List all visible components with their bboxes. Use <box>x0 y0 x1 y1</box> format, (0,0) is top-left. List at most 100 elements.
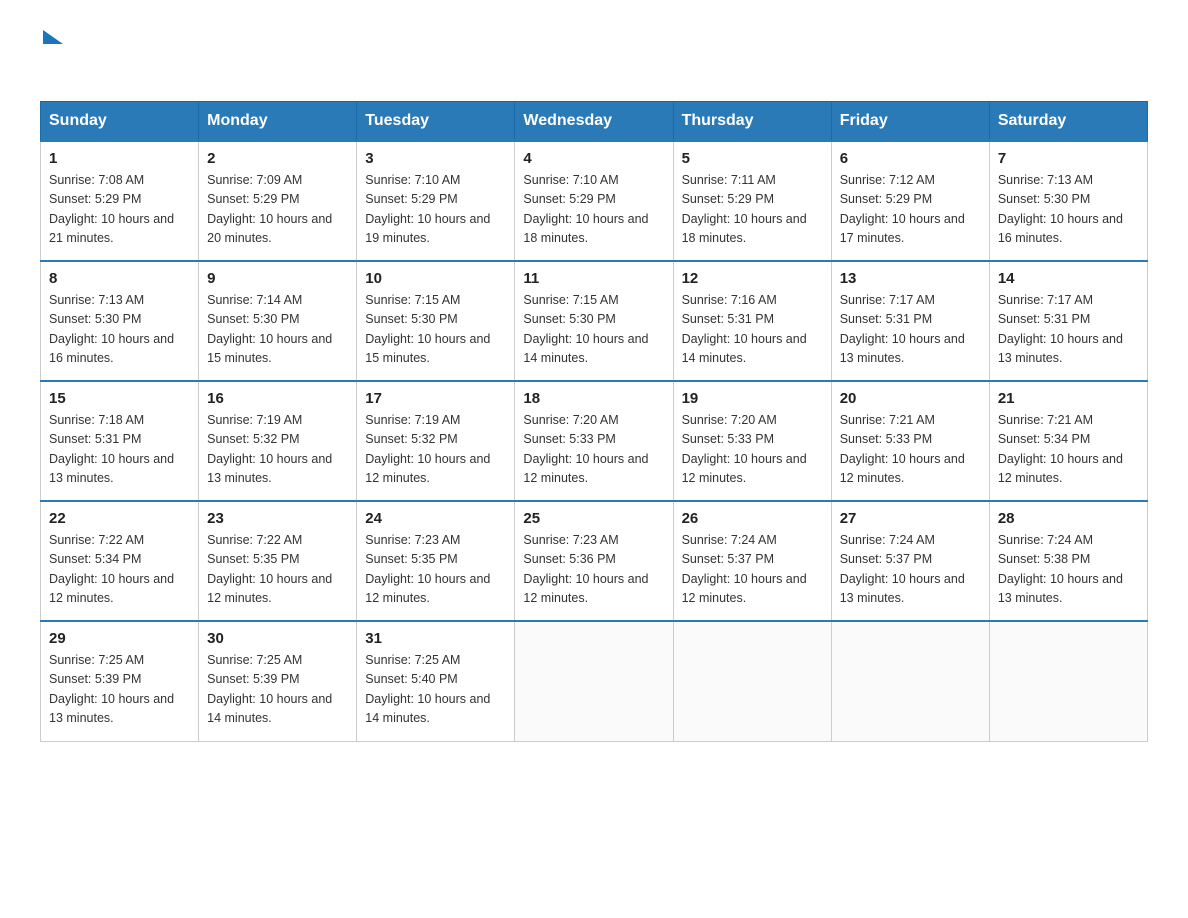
day-number: 3 <box>365 150 506 167</box>
calendar-cell: 11 Sunrise: 7:15 AM Sunset: 5:30 PM Dayl… <box>515 261 673 381</box>
week-row-1: 1 Sunrise: 7:08 AM Sunset: 5:29 PM Dayli… <box>41 141 1148 261</box>
calendar-cell: 28 Sunrise: 7:24 AM Sunset: 5:38 PM Dayl… <box>989 501 1147 621</box>
day-info: Sunrise: 7:20 AM Sunset: 5:33 PM Dayligh… <box>523 411 664 489</box>
day-number: 8 <box>49 270 190 287</box>
logo-arrow-icon <box>43 30 63 44</box>
calendar-cell: 6 Sunrise: 7:12 AM Sunset: 5:29 PM Dayli… <box>831 141 989 261</box>
day-number: 22 <box>49 510 190 527</box>
day-number: 27 <box>840 510 981 527</box>
day-number: 23 <box>207 510 348 527</box>
day-number: 7 <box>998 150 1139 167</box>
calendar-cell <box>515 621 673 741</box>
day-number: 20 <box>840 390 981 407</box>
calendar-cell: 5 Sunrise: 7:11 AM Sunset: 5:29 PM Dayli… <box>673 141 831 261</box>
day-number: 14 <box>998 270 1139 287</box>
day-info: Sunrise: 7:15 AM Sunset: 5:30 PM Dayligh… <box>523 291 664 369</box>
day-info: Sunrise: 7:21 AM Sunset: 5:34 PM Dayligh… <box>998 411 1139 489</box>
header-tuesday: Tuesday <box>357 102 515 142</box>
calendar-cell: 7 Sunrise: 7:13 AM Sunset: 5:30 PM Dayli… <box>989 141 1147 261</box>
day-number: 5 <box>682 150 823 167</box>
day-number: 30 <box>207 630 348 647</box>
day-info: Sunrise: 7:14 AM Sunset: 5:30 PM Dayligh… <box>207 291 348 369</box>
calendar-cell: 31 Sunrise: 7:25 AM Sunset: 5:40 PM Dayl… <box>357 621 515 741</box>
calendar-cell <box>673 621 831 741</box>
day-info: Sunrise: 7:09 AM Sunset: 5:29 PM Dayligh… <box>207 171 348 249</box>
calendar-cell: 4 Sunrise: 7:10 AM Sunset: 5:29 PM Dayli… <box>515 141 673 261</box>
header-wednesday: Wednesday <box>515 102 673 142</box>
day-info: Sunrise: 7:19 AM Sunset: 5:32 PM Dayligh… <box>207 411 348 489</box>
calendar-cell: 26 Sunrise: 7:24 AM Sunset: 5:37 PM Dayl… <box>673 501 831 621</box>
logo <box>40 30 63 81</box>
day-info: Sunrise: 7:18 AM Sunset: 5:31 PM Dayligh… <box>49 411 190 489</box>
day-info: Sunrise: 7:25 AM Sunset: 5:39 PM Dayligh… <box>207 651 348 729</box>
week-row-3: 15 Sunrise: 7:18 AM Sunset: 5:31 PM Dayl… <box>41 381 1148 501</box>
day-number: 12 <box>682 270 823 287</box>
calendar-cell: 10 Sunrise: 7:15 AM Sunset: 5:30 PM Dayl… <box>357 261 515 381</box>
day-info: Sunrise: 7:24 AM Sunset: 5:38 PM Dayligh… <box>998 531 1139 609</box>
day-number: 2 <box>207 150 348 167</box>
day-number: 17 <box>365 390 506 407</box>
header-friday: Friday <box>831 102 989 142</box>
header-monday: Monday <box>199 102 357 142</box>
day-info: Sunrise: 7:12 AM Sunset: 5:29 PM Dayligh… <box>840 171 981 249</box>
header-sunday: Sunday <box>41 102 199 142</box>
day-info: Sunrise: 7:23 AM Sunset: 5:35 PM Dayligh… <box>365 531 506 609</box>
day-info: Sunrise: 7:10 AM Sunset: 5:29 PM Dayligh… <box>523 171 664 249</box>
day-info: Sunrise: 7:24 AM Sunset: 5:37 PM Dayligh… <box>682 531 823 609</box>
day-number: 15 <box>49 390 190 407</box>
day-info: Sunrise: 7:20 AM Sunset: 5:33 PM Dayligh… <box>682 411 823 489</box>
calendar-cell: 9 Sunrise: 7:14 AM Sunset: 5:30 PM Dayli… <box>199 261 357 381</box>
day-info: Sunrise: 7:11 AM Sunset: 5:29 PM Dayligh… <box>682 171 823 249</box>
calendar-cell <box>989 621 1147 741</box>
day-number: 4 <box>523 150 664 167</box>
calendar-cell: 14 Sunrise: 7:17 AM Sunset: 5:31 PM Dayl… <box>989 261 1147 381</box>
day-number: 26 <box>682 510 823 527</box>
header-thursday: Thursday <box>673 102 831 142</box>
calendar-cell: 23 Sunrise: 7:22 AM Sunset: 5:35 PM Dayl… <box>199 501 357 621</box>
day-number: 28 <box>998 510 1139 527</box>
day-number: 18 <box>523 390 664 407</box>
day-info: Sunrise: 7:19 AM Sunset: 5:32 PM Dayligh… <box>365 411 506 489</box>
day-info: Sunrise: 7:22 AM Sunset: 5:34 PM Dayligh… <box>49 531 190 609</box>
day-number: 13 <box>840 270 981 287</box>
calendar-cell: 19 Sunrise: 7:20 AM Sunset: 5:33 PM Dayl… <box>673 381 831 501</box>
calendar-cell: 16 Sunrise: 7:19 AM Sunset: 5:32 PM Dayl… <box>199 381 357 501</box>
day-number: 6 <box>840 150 981 167</box>
day-number: 31 <box>365 630 506 647</box>
calendar-cell: 3 Sunrise: 7:10 AM Sunset: 5:29 PM Dayli… <box>357 141 515 261</box>
calendar-cell: 17 Sunrise: 7:19 AM Sunset: 5:32 PM Dayl… <box>357 381 515 501</box>
calendar-cell: 20 Sunrise: 7:21 AM Sunset: 5:33 PM Dayl… <box>831 381 989 501</box>
page-header <box>40 30 1148 81</box>
day-info: Sunrise: 7:25 AM Sunset: 5:39 PM Dayligh… <box>49 651 190 729</box>
day-info: Sunrise: 7:23 AM Sunset: 5:36 PM Dayligh… <box>523 531 664 609</box>
day-number: 16 <box>207 390 348 407</box>
day-number: 24 <box>365 510 506 527</box>
day-number: 21 <box>998 390 1139 407</box>
calendar-cell: 25 Sunrise: 7:23 AM Sunset: 5:36 PM Dayl… <box>515 501 673 621</box>
calendar-cell: 15 Sunrise: 7:18 AM Sunset: 5:31 PM Dayl… <box>41 381 199 501</box>
day-number: 10 <box>365 270 506 287</box>
calendar-cell: 27 Sunrise: 7:24 AM Sunset: 5:37 PM Dayl… <box>831 501 989 621</box>
calendar-cell: 30 Sunrise: 7:25 AM Sunset: 5:39 PM Dayl… <box>199 621 357 741</box>
day-info: Sunrise: 7:17 AM Sunset: 5:31 PM Dayligh… <box>998 291 1139 369</box>
calendar-cell: 22 Sunrise: 7:22 AM Sunset: 5:34 PM Dayl… <box>41 501 199 621</box>
week-row-2: 8 Sunrise: 7:13 AM Sunset: 5:30 PM Dayli… <box>41 261 1148 381</box>
calendar-cell: 2 Sunrise: 7:09 AM Sunset: 5:29 PM Dayli… <box>199 141 357 261</box>
day-number: 1 <box>49 150 190 167</box>
header-saturday: Saturday <box>989 102 1147 142</box>
header-row: SundayMondayTuesdayWednesdayThursdayFrid… <box>41 102 1148 142</box>
day-info: Sunrise: 7:24 AM Sunset: 5:37 PM Dayligh… <box>840 531 981 609</box>
day-number: 29 <box>49 630 190 647</box>
day-number: 25 <box>523 510 664 527</box>
calendar-cell: 18 Sunrise: 7:20 AM Sunset: 5:33 PM Dayl… <box>515 381 673 501</box>
day-info: Sunrise: 7:16 AM Sunset: 5:31 PM Dayligh… <box>682 291 823 369</box>
calendar-cell <box>831 621 989 741</box>
calendar-cell: 1 Sunrise: 7:08 AM Sunset: 5:29 PM Dayli… <box>41 141 199 261</box>
day-info: Sunrise: 7:13 AM Sunset: 5:30 PM Dayligh… <box>49 291 190 369</box>
day-number: 9 <box>207 270 348 287</box>
day-info: Sunrise: 7:13 AM Sunset: 5:30 PM Dayligh… <box>998 171 1139 249</box>
day-info: Sunrise: 7:15 AM Sunset: 5:30 PM Dayligh… <box>365 291 506 369</box>
day-info: Sunrise: 7:21 AM Sunset: 5:33 PM Dayligh… <box>840 411 981 489</box>
calendar-table: SundayMondayTuesdayWednesdayThursdayFrid… <box>40 101 1148 742</box>
calendar-cell: 13 Sunrise: 7:17 AM Sunset: 5:31 PM Dayl… <box>831 261 989 381</box>
